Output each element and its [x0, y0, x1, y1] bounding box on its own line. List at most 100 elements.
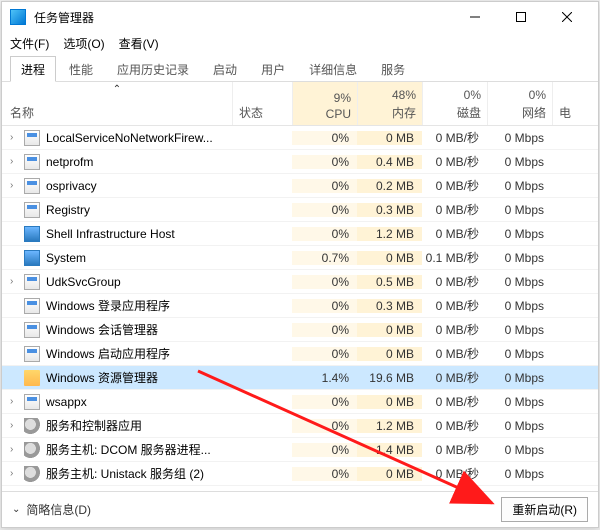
- name-cell: ›服务和控制器应用: [2, 417, 232, 434]
- expand-chevron-icon[interactable]: ›: [10, 420, 22, 431]
- tab-services[interactable]: 服务: [370, 56, 416, 81]
- disk-cell: 0 MB/秒: [422, 201, 487, 218]
- header-cpu[interactable]: 9% CPU: [292, 82, 357, 125]
- maximize-button[interactable]: [498, 2, 544, 32]
- disk-cell: 0 MB/秒: [422, 129, 487, 146]
- process-name: 服务主机: DCOM 服务器进程...: [46, 441, 211, 458]
- tab-users[interactable]: 用户: [250, 56, 296, 81]
- window-title: 任务管理器: [34, 9, 452, 26]
- tab-app-history[interactable]: 应用历史记录: [106, 56, 200, 81]
- process-icon: [24, 346, 40, 362]
- name-cell: ›服务主机: Unistack 服务组 (2): [2, 465, 232, 482]
- table-row[interactable]: ›osprivacy0%0.2 MB0 MB/秒0 Mbps: [2, 174, 598, 198]
- process-name: Windows 启动应用程序: [46, 345, 170, 362]
- table-row[interactable]: ›netprofm0%0.4 MB0 MB/秒0 Mbps: [2, 150, 598, 174]
- table-row[interactable]: ›服务主机: DCOM 服务器进程...0%1.4 MB0 MB/秒0 Mbps: [2, 438, 598, 462]
- tab-startup[interactable]: 启动: [202, 56, 248, 81]
- process-icon: [24, 154, 40, 170]
- expand-chevron-icon[interactable]: ›: [10, 180, 22, 191]
- header-power[interactable]: 电: [552, 82, 577, 125]
- process-icon: [24, 178, 40, 194]
- disk-cell: 0 MB/秒: [422, 225, 487, 242]
- process-name: Windows 资源管理器: [46, 369, 158, 386]
- net-cell: 0 Mbps: [487, 227, 552, 241]
- menu-view[interactable]: 查看(V): [119, 35, 159, 52]
- process-icon: [24, 394, 40, 410]
- expand-chevron-icon[interactable]: ›: [10, 396, 22, 407]
- restart-button[interactable]: 重新启动(R): [501, 497, 588, 522]
- net-cell: 0 Mbps: [487, 443, 552, 457]
- table-row[interactable]: Registry0%0.3 MB0 MB/秒0 Mbps: [2, 198, 598, 222]
- menu-options[interactable]: 选项(O): [63, 35, 104, 52]
- tab-processes[interactable]: 进程: [10, 56, 56, 82]
- disk-cell: 0.1 MB/秒: [422, 249, 487, 266]
- close-button[interactable]: [544, 2, 590, 32]
- mem-cell: 0.2 MB: [357, 179, 422, 193]
- menubar: 文件(F) 选项(O) 查看(V): [2, 32, 598, 54]
- process-name: netprofm: [46, 155, 93, 169]
- net-cell: 0 Mbps: [487, 299, 552, 313]
- process-name: osprivacy: [46, 179, 97, 193]
- table-row[interactable]: Shell Infrastructure Host0%1.2 MB0 MB/秒0…: [2, 222, 598, 246]
- menu-file[interactable]: 文件(F): [10, 35, 49, 52]
- cpu-cell: 0%: [292, 347, 357, 361]
- expand-chevron-icon[interactable]: ›: [10, 468, 22, 479]
- table-row[interactable]: System0.7%0 MB0.1 MB/秒0 Mbps: [2, 246, 598, 270]
- table-row[interactable]: Windows 启动应用程序0%0 MB0 MB/秒0 Mbps: [2, 342, 598, 366]
- header-memory[interactable]: 48% 内存: [357, 82, 422, 125]
- cpu-cell: 0%: [292, 203, 357, 217]
- net-cell: 0 Mbps: [487, 323, 552, 337]
- table-row[interactable]: Windows 会话管理器0%0 MB0 MB/秒0 Mbps: [2, 318, 598, 342]
- name-cell: Windows 启动应用程序: [2, 345, 232, 362]
- header-network[interactable]: 0% 网络: [487, 82, 552, 125]
- minimize-button[interactable]: [452, 2, 498, 32]
- expand-chevron-icon[interactable]: ›: [10, 444, 22, 455]
- disk-cell: 0 MB/秒: [422, 393, 487, 410]
- expand-chevron-icon[interactable]: ›: [10, 276, 22, 287]
- footer: ⌄ 简略信息(D) 重新启动(R): [2, 491, 598, 527]
- tab-performance[interactable]: 性能: [58, 56, 104, 81]
- process-name: Shell Infrastructure Host: [46, 227, 175, 241]
- table-row[interactable]: Windows 资源管理器1.4%19.6 MB0 MB/秒0 Mbps: [2, 366, 598, 390]
- header-disk[interactable]: 0% 磁盘: [422, 82, 487, 125]
- mem-cell: 0 MB: [357, 323, 422, 337]
- name-cell: ›wsappx: [2, 394, 232, 410]
- process-name: Windows 登录应用程序: [46, 297, 170, 314]
- net-cell: 0 Mbps: [487, 347, 552, 361]
- header-status[interactable]: 状态: [232, 82, 292, 125]
- process-name: LocalServiceNoNetworkFirew...: [46, 131, 213, 145]
- task-manager-window: 任务管理器 文件(F) 选项(O) 查看(V) 进程 性能 应用历史记录 启动 …: [1, 1, 599, 528]
- cpu-cell: 0%: [292, 227, 357, 241]
- net-cell: 0 Mbps: [487, 371, 552, 385]
- table-row[interactable]: ›服务和控制器应用0%1.2 MB0 MB/秒0 Mbps: [2, 414, 598, 438]
- cpu-cell: 0%: [292, 323, 357, 337]
- mem-cell: 1.4 MB: [357, 443, 422, 457]
- fewer-details-button[interactable]: ⌄ 简略信息(D): [12, 501, 91, 518]
- net-cell: 0 Mbps: [487, 419, 552, 433]
- process-name: Registry: [46, 203, 90, 217]
- disk-cell: 0 MB/秒: [422, 417, 487, 434]
- tab-details[interactable]: 详细信息: [298, 56, 368, 81]
- net-cell: 0 Mbps: [487, 395, 552, 409]
- cpu-cell: 0%: [292, 131, 357, 145]
- name-cell: Windows 登录应用程序: [2, 297, 232, 314]
- table-row[interactable]: Windows 登录应用程序0%0.3 MB0 MB/秒0 Mbps: [2, 294, 598, 318]
- titlebar[interactable]: 任务管理器: [2, 2, 598, 32]
- mem-cell: 0 MB: [357, 251, 422, 265]
- disk-cell: 0 MB/秒: [422, 177, 487, 194]
- expand-chevron-icon[interactable]: ›: [10, 156, 22, 167]
- name-cell: › 服务主机: DCOM 服务器进程...: [2, 441, 232, 458]
- process-icon: [24, 250, 40, 266]
- process-table[interactable]: ›LocalServiceNoNetworkFirew...0%0 MB0 MB…: [2, 126, 598, 491]
- table-row[interactable]: ›LocalServiceNoNetworkFirew...0%0 MB0 MB…: [2, 126, 598, 150]
- tabbar: 进程 性能 应用历史记录 启动 用户 详细信息 服务: [2, 54, 598, 82]
- table-row[interactable]: ›服务主机: Unistack 服务组 (2)0%0 MB0 MB/秒0 Mbp…: [2, 462, 598, 486]
- header-name[interactable]: ⌃ 名称: [2, 82, 232, 125]
- disk-cell: 0 MB/秒: [422, 345, 487, 362]
- table-row[interactable]: ›wsappx0%0 MB0 MB/秒0 Mbps: [2, 390, 598, 414]
- expand-chevron-icon[interactable]: ›: [10, 132, 22, 143]
- net-cell: 0 Mbps: [487, 155, 552, 169]
- process-icon: [24, 466, 40, 482]
- table-row[interactable]: ›UdkSvcGroup0%0.5 MB0 MB/秒0 Mbps: [2, 270, 598, 294]
- disk-cell: 0 MB/秒: [422, 153, 487, 170]
